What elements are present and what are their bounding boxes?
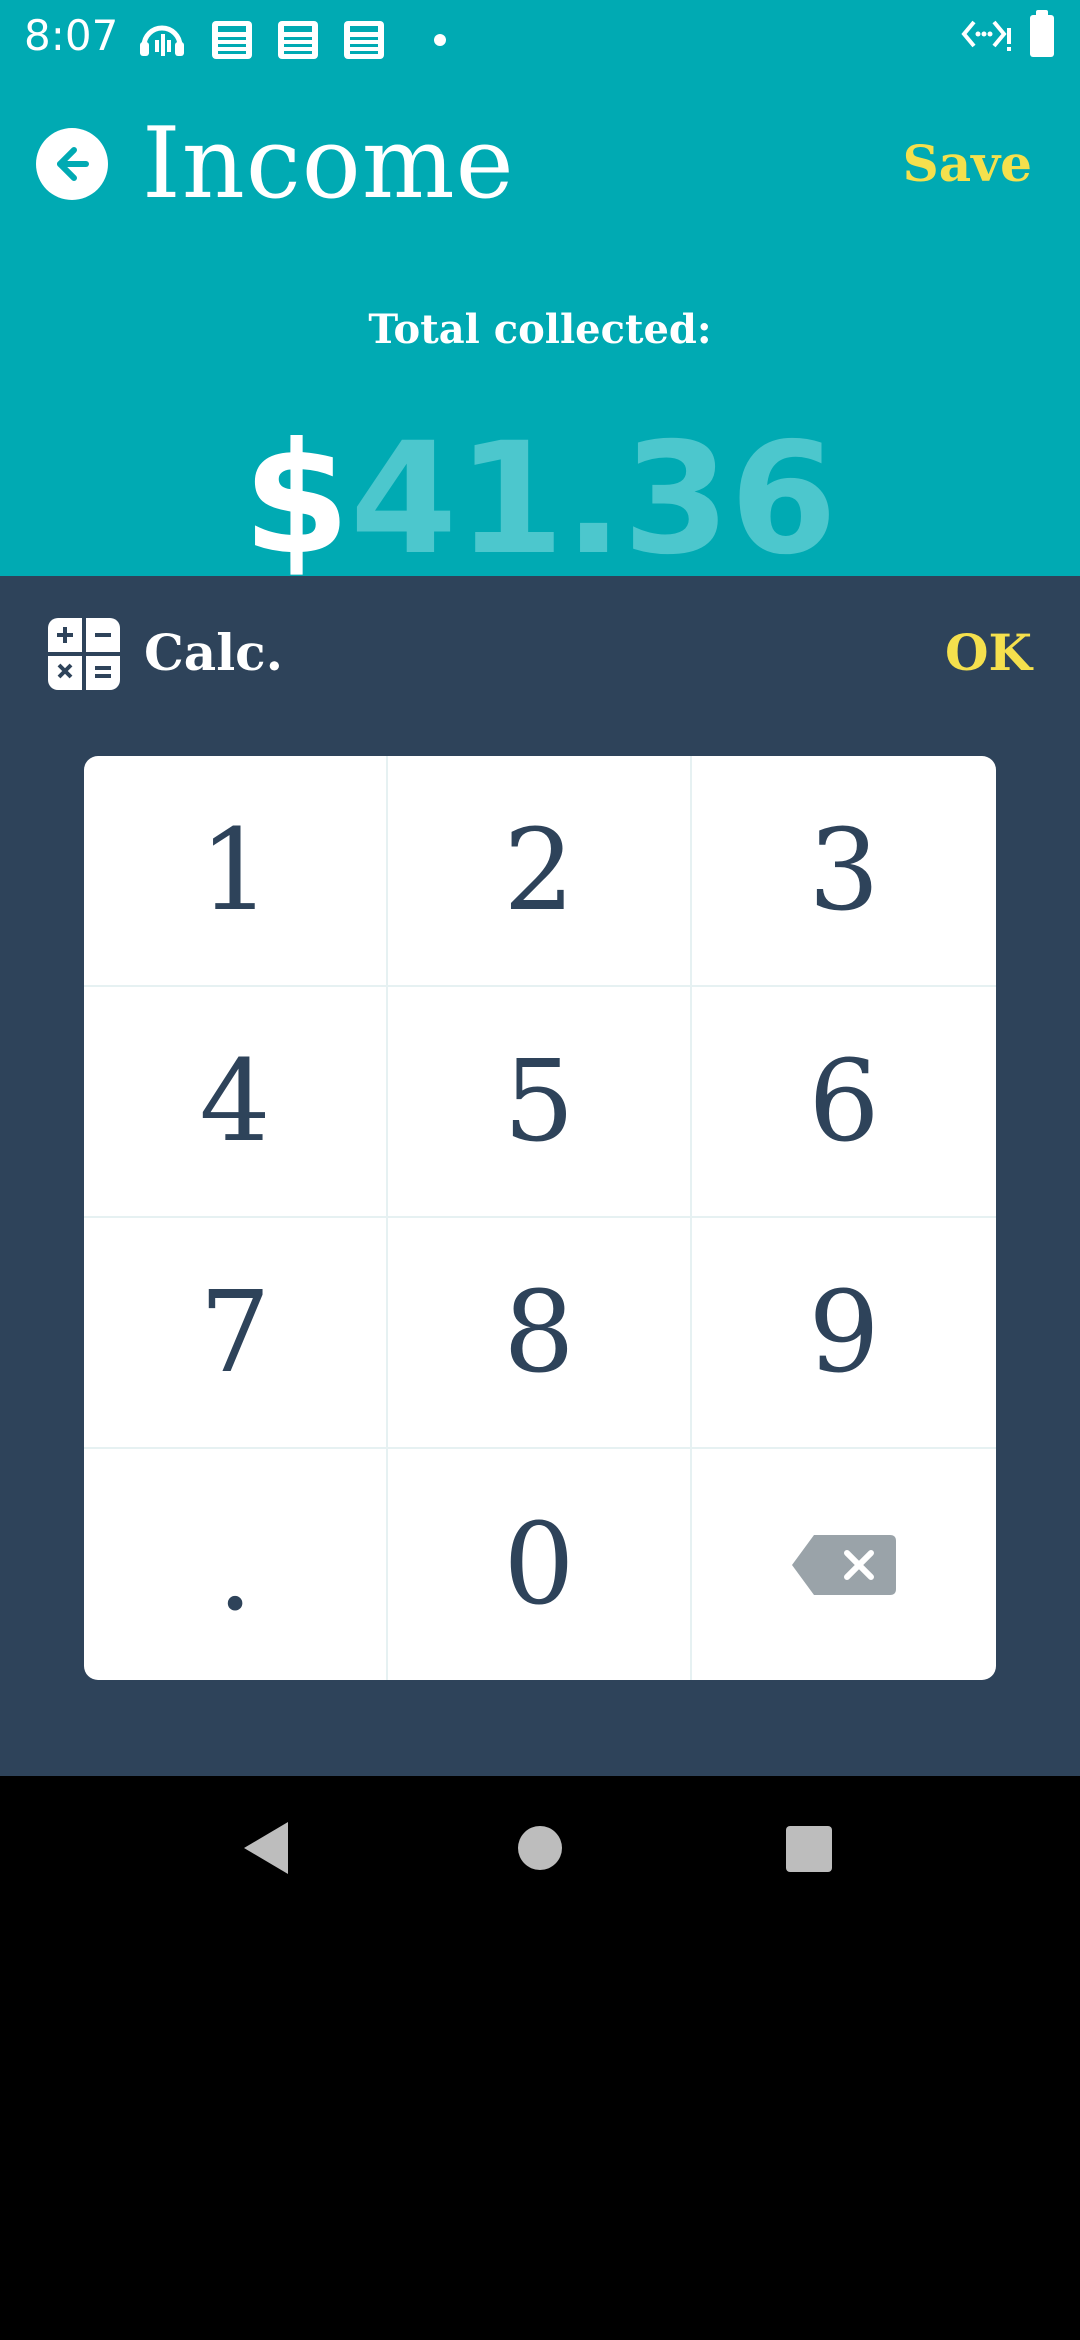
- calculator-panel: Calc. OK 1 2 3 4 5 6 7 8 9 . 0: [0, 576, 1080, 1776]
- ok-button[interactable]: OK: [945, 622, 1032, 684]
- page-title: Income: [142, 107, 515, 221]
- key-5[interactable]: 5: [388, 987, 692, 1218]
- currency-symbol: $: [242, 410, 351, 577]
- calc-label[interactable]: Calc.: [144, 622, 283, 684]
- key-3[interactable]: 3: [692, 756, 996, 987]
- key-decimal[interactable]: .: [84, 1449, 388, 1680]
- nav-recents-icon[interactable]: [786, 1826, 832, 1872]
- arrow-left-icon: [57, 147, 89, 181]
- navigation-bar: [0, 1776, 1080, 1920]
- amount-value: 41.36: [350, 410, 838, 577]
- key-1[interactable]: 1: [84, 756, 388, 987]
- news-icon: [278, 21, 318, 59]
- news-icon: [344, 21, 384, 59]
- backspace-icon: [792, 1534, 896, 1595]
- key-8[interactable]: 8: [388, 1218, 692, 1449]
- key-backspace[interactable]: [692, 1449, 996, 1680]
- back-button[interactable]: [36, 128, 108, 200]
- status-system-icons: [960, 10, 1054, 58]
- status-time: 8:07: [24, 11, 119, 60]
- app-root: 8:07 Income Save Total collected: $41.36…: [0, 0, 1080, 2340]
- total-collected-label: Total collected:: [368, 306, 712, 353]
- news-icon: [212, 21, 252, 59]
- dot-icon: [434, 34, 446, 46]
- key-9[interactable]: 9: [692, 1218, 996, 1449]
- header-area: 8:07 Income Save Total collected: $41.36: [0, 0, 1080, 576]
- key-0[interactable]: 0: [388, 1449, 692, 1680]
- key-2[interactable]: 2: [388, 756, 692, 987]
- podcast-icon: [138, 16, 186, 64]
- save-button[interactable]: Save: [903, 132, 1032, 196]
- status-bar: 8:07: [0, 0, 1080, 72]
- keypad: 1 2 3 4 5 6 7 8 9 . 0: [84, 756, 996, 1680]
- key-7[interactable]: 7: [84, 1218, 388, 1449]
- battery-icon: [1030, 10, 1054, 57]
- nav-back-icon[interactable]: [244, 1822, 288, 1874]
- total-amount: $41.36: [0, 410, 1080, 577]
- key-6[interactable]: 6: [692, 987, 996, 1218]
- status-notification-icons: [138, 16, 446, 64]
- nav-home-icon[interactable]: [518, 1826, 562, 1870]
- data-transfer-icon: [960, 14, 1012, 58]
- key-4[interactable]: 4: [84, 987, 388, 1218]
- calculator-icon[interactable]: [48, 618, 120, 690]
